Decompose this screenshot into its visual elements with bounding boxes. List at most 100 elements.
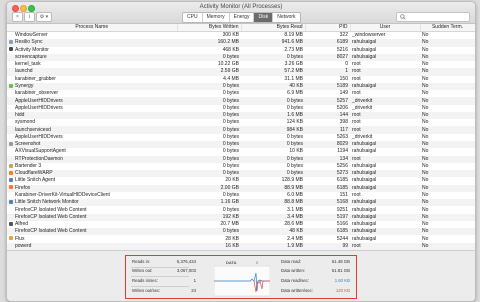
bytes-read-cell: 941.6 MB xyxy=(241,39,305,47)
table-row[interactable]: Resilio Sync 160.2 MB 941.6 MB 6189 rahulsai… xyxy=(7,39,475,47)
process-name: FirefoxCP Isolated Web Content xyxy=(15,213,87,220)
bytes-read-cell: 1.6 MB xyxy=(241,111,305,120)
table-row[interactable]: Karabiner-DriverKit-VirtualHIDDeviceClie… xyxy=(7,192,475,199)
table-row[interactable]: powerd 16 KB 1.9 MB 99 root No xyxy=(7,242,475,250)
app-icon xyxy=(9,40,13,45)
process-name: screencapture xyxy=(15,53,47,60)
tab-network[interactable]: Network xyxy=(273,13,299,22)
user-cell: rahulsaigal xyxy=(352,206,377,213)
process-name: FirefoxCP Isolated Web Content xyxy=(15,206,87,213)
table-row[interactable]: kernel_task 10.22 GB 3.26 GB 0 root No xyxy=(7,61,475,68)
table-row[interactable]: Flux 28 KB 2.4 MB 5244 rahulsaigal No xyxy=(7,235,475,242)
bytes-read-cell: 3.1 MB xyxy=(287,206,303,213)
app-icon xyxy=(9,236,13,241)
table-row[interactable]: WindowServer 300 KB 8.19 MB 322 _windowserve… xyxy=(7,32,475,40)
user-cell: root xyxy=(352,90,361,97)
table-row[interactable]: AXVisualSupportAgent 0 bytes 10 KB 1194 rahu… xyxy=(7,148,475,155)
user-cell: _driverkit xyxy=(350,97,420,105)
table-row[interactable]: RTProtectionDaemon 0 bytes 0 bytes 134 root N… xyxy=(7,155,475,163)
table-row[interactable]: Firefox 2.00 GB 88.9 MB 6185 rahulsaigal No xyxy=(7,184,475,192)
writes-out-sec-label: Writes out/sec: xyxy=(132,288,161,293)
bytes-written-cell: 2.59 GB xyxy=(177,68,241,76)
bytes-written-cell: 0 bytes xyxy=(222,162,239,169)
pid-cell: 151 xyxy=(339,191,348,198)
bytes-read-cell: 128.9 MB xyxy=(281,177,303,184)
user-cell: _windowserver xyxy=(352,32,386,39)
table-row[interactable]: Little Snitch Network Monitor 1.16 GB 88.8… xyxy=(7,199,475,207)
user-cell: rahulsaigal xyxy=(352,221,377,228)
bytes-written-cell: 20 KB xyxy=(225,177,239,184)
app-icon xyxy=(9,62,13,66)
pid-cell: 5189 xyxy=(305,82,350,91)
reads-in-sec-value: 1 xyxy=(193,278,196,283)
bytes-written-cell: 192 KB xyxy=(177,213,241,221)
info-button[interactable]: i xyxy=(24,12,35,22)
table-row[interactable]: FirefoxCP Isolated Web Content 192 KB 3.4 … xyxy=(7,213,475,221)
app-icon xyxy=(9,98,13,102)
settings-menu-button[interactable]: ⚙ ▾ xyxy=(36,12,52,22)
table-row[interactable]: screencapture 0 bytes 0 bytes 8027 rahulsaig… xyxy=(7,53,475,62)
bytes-written-cell: 0 bytes xyxy=(177,82,241,91)
table-row[interactable]: Screenshot 0 bytes 0 bytes 8029 rahulsaigal N… xyxy=(7,140,475,149)
tab-memory[interactable]: Memory xyxy=(203,13,230,22)
stop-process-button[interactable]: × xyxy=(12,12,23,22)
sudden-term-cell: No xyxy=(420,111,475,120)
column-process-name[interactable]: Process Name xyxy=(7,24,178,32)
bytes-read-cell: 0 bytes xyxy=(286,162,303,169)
app-icon xyxy=(9,127,13,131)
sudden-term-cell: No xyxy=(422,162,429,169)
process-table: Process Name Bytes Written Bytes Read PI… xyxy=(7,24,475,265)
table-row[interactable]: launchd 2.59 GB 57.2 MB 1 root No xyxy=(7,68,475,76)
divider xyxy=(131,276,189,277)
pid-cell: 144 xyxy=(305,111,350,120)
table-row[interactable]: AppleUserHIDDrivers 0 bytes 0 bytes 5206 _dr… xyxy=(7,105,475,112)
pid-cell: 6185 xyxy=(305,184,350,192)
table-row[interactable]: AppleUserHIDDrivers 0 bytes 0 bytes 5263 _dr… xyxy=(7,134,475,141)
search-input[interactable] xyxy=(396,12,470,22)
tab-energy[interactable]: Energy xyxy=(230,13,255,22)
table-row[interactable]: Little Snitch Agent 20 KB 128.9 MB 6185 rahu… xyxy=(7,177,475,184)
table-row[interactable]: launchservicesd 0 bytes 984 KB 117 root No xyxy=(7,126,475,134)
column-pid[interactable]: PID xyxy=(305,24,351,32)
table-row[interactable]: hidd 0 bytes 1.6 MB 144 root No xyxy=(7,111,475,120)
table-row[interactable]: CloudflareWARP 0 bytes 0 bytes 5273 rahulsai… xyxy=(7,170,475,178)
column-bytes-read[interactable]: Bytes Read xyxy=(241,24,306,32)
pid-cell: 322 xyxy=(339,32,348,39)
app-icon xyxy=(9,135,13,139)
bytes-written-cell: 0 bytes xyxy=(222,191,239,198)
bytes-read-cell: 6.9 MB xyxy=(287,90,303,97)
bytes-read-cell: 0 bytes xyxy=(241,155,305,163)
disk-summary-panel: Reads in: 5,376,434 Writes out: 3,067,00… xyxy=(7,250,475,301)
bytes-read-cell: 124 KB xyxy=(286,119,303,126)
highlight-box: Reads in: 5,376,434 Writes out: 3,067,00… xyxy=(125,255,357,299)
tab-cpu[interactable]: CPU xyxy=(183,13,203,22)
bytes-written-cell: 468 KB xyxy=(222,46,239,53)
user-cell: rahulsaigal xyxy=(350,184,420,192)
column-bytes-written[interactable]: Bytes Written xyxy=(177,24,242,32)
table-row[interactable]: Alfred 20.7 MB 28.6 MB 5166 rahulsaigal No xyxy=(7,221,475,228)
process-name-cell: Activity Monitor xyxy=(7,47,177,54)
sudden-term-cell: No xyxy=(420,39,475,47)
process-name-cell: hidd xyxy=(7,111,177,120)
view-tabs: CPU Memory Energy Disk Network xyxy=(182,12,301,23)
app-icon xyxy=(9,214,13,218)
table-row[interactable]: AppleUserHIDDrivers 0 bytes 0 bytes 5257 _dr… xyxy=(7,97,475,105)
tab-disk[interactable]: Disk xyxy=(254,13,274,22)
table-row[interactable]: Synergy 0 bytes 40 KB 5189 rahulsaigal No xyxy=(7,82,475,91)
table-row[interactable]: Bartender 3 0 bytes 0 bytes 5256 rahulsaigal… xyxy=(7,163,475,170)
table-row[interactable]: FirefoxCP Isolated Web Content 0 bytes 48 … xyxy=(7,228,475,236)
user-cell: rahulsaigal xyxy=(352,177,377,184)
pid-cell: 149 xyxy=(339,90,348,97)
process-name: Little Snitch Agent xyxy=(15,177,56,184)
user-cell: root xyxy=(352,75,361,82)
user-cell: rahulsaigal xyxy=(352,235,377,242)
writes-out-sec-value: 24 xyxy=(191,288,196,293)
column-sudden-term[interactable]: Sudden Term. xyxy=(420,24,475,32)
table-row[interactable]: Activity Monitor 468 KB 2.73 MB 5216 rahulsa… xyxy=(7,47,475,54)
sudden-term-cell: No xyxy=(420,199,475,207)
table-row[interactable]: sysmond 0 bytes 124 KB 398 root No xyxy=(7,119,475,126)
table-row[interactable]: FirefoxCP Isolated Web Content 0 bytes 3.1… xyxy=(7,206,475,213)
table-row[interactable]: karabiner_grabber 4.4 MB 31.1 MB 150 root No xyxy=(7,76,475,83)
column-user[interactable]: User xyxy=(350,24,421,32)
table-row[interactable]: karabiner_observer 0 bytes 6.9 MB 149 root No xyxy=(7,90,475,97)
